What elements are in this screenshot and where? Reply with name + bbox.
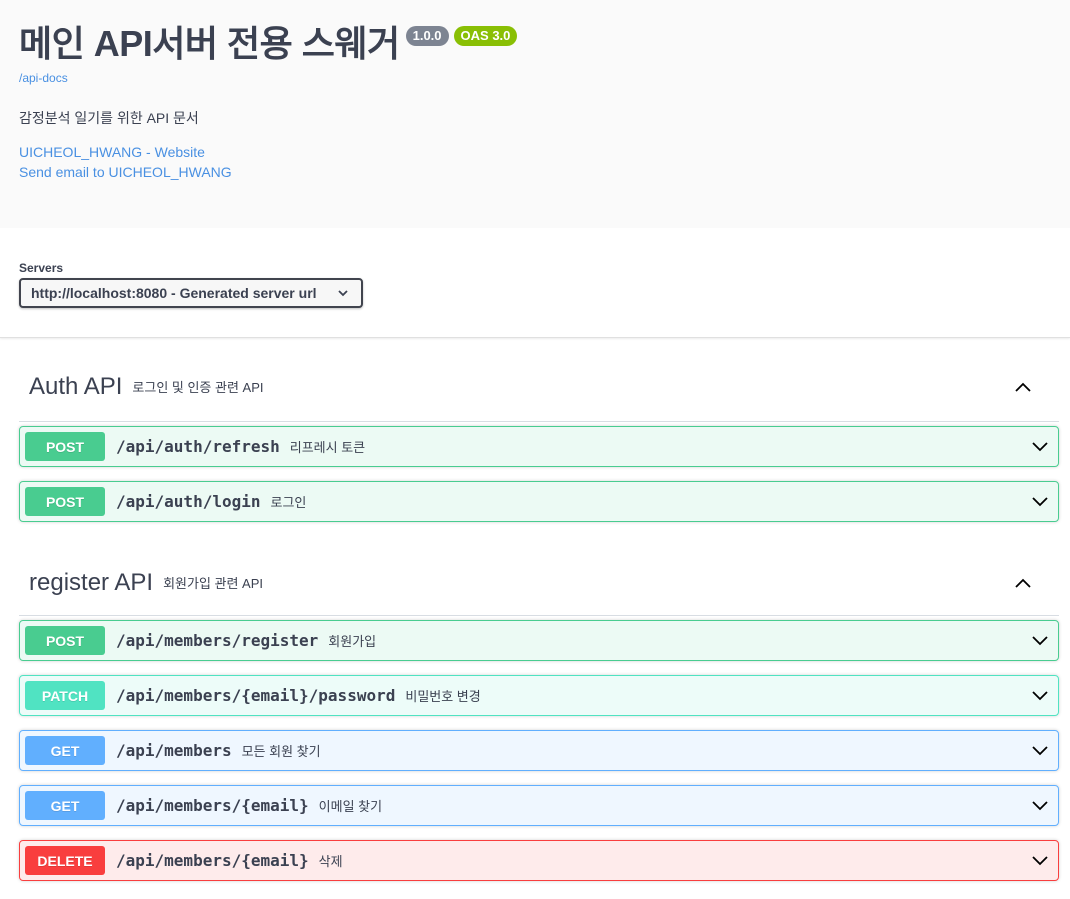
operation-row[interactable]: POST /api/auth/refresh 리프레시 토큰 <box>19 426 1059 467</box>
operation-path: /api/auth/login <box>116 492 261 511</box>
method-badge: DELETE <box>25 846 105 875</box>
method-badge: POST <box>25 487 105 516</box>
method-badge: GET <box>25 791 105 820</box>
chevron-down-icon[interactable] <box>1030 492 1050 512</box>
operation-summary: 삭제 <box>318 854 343 869</box>
tag-section-register: register API 회원가입 관련 API POST /api/membe… <box>0 536 1070 881</box>
operation-summary: 리프레시 토큰 <box>289 440 366 455</box>
server-select-value: http://localhost:8080 - Generated server… <box>31 285 317 301</box>
chevron-down-icon[interactable] <box>1030 631 1050 651</box>
chevron-down-icon[interactable] <box>1030 437 1050 457</box>
operation-summary: 모든 회원 찾기 <box>241 744 321 759</box>
contact-links: UICHEOL_HWANG - Website Send email to UI… <box>19 142 1051 182</box>
chevron-up-icon[interactable] <box>1013 377 1033 397</box>
chevron-down-icon <box>338 290 348 297</box>
method-badge: PATCH <box>25 681 105 710</box>
operation-summary: 비밀번호 변경 <box>405 689 481 704</box>
tag-section-auth: Auth API 로그인 및 인증 관련 API POST /api/auth/… <box>0 338 1070 522</box>
api-description: 감정분석 일기를 위한 API 문서 <box>19 110 199 126</box>
operation-path: /api/members/register <box>116 631 319 650</box>
info-section: 메인 API서버 전용 스웨거 1.0.0 OAS 3.0 /api-docs … <box>0 0 1070 228</box>
operation-path: /api/members/{email} <box>116 796 309 815</box>
tag-description: 로그인 및 인증 관련 API <box>132 380 264 395</box>
operation-row[interactable]: POST /api/auth/login 로그인 <box>19 481 1059 522</box>
operation-row[interactable]: DELETE /api/members/{email} 삭제 <box>19 840 1059 881</box>
operation-path: /api/auth/refresh <box>116 437 280 456</box>
operation-row[interactable]: PATCH /api/members/{email}/password 비밀번호… <box>19 675 1059 716</box>
operation-summary: 회원가입 <box>328 634 377 649</box>
page-title: 메인 API서버 전용 스웨거 <box>19 23 400 64</box>
tag-name: Auth API <box>29 372 123 400</box>
website-link[interactable]: UICHEOL_HWANG - Website <box>19 142 1051 162</box>
operation-row[interactable]: GET /api/members 모든 회원 찾기 <box>19 730 1059 771</box>
version-badge: 1.0.0 <box>405 26 449 46</box>
method-badge: GET <box>25 736 105 765</box>
tag-name: register API <box>29 568 154 596</box>
api-docs-link[interactable]: /api-docs <box>19 71 1051 85</box>
email-link[interactable]: Send email to UICHEOL_HWANG <box>19 162 1051 182</box>
method-badge: POST <box>25 432 105 461</box>
servers-label: Servers <box>19 261 64 275</box>
tag-header-register[interactable]: register API 회원가입 관련 API <box>19 536 1059 616</box>
operation-summary: 로그인 <box>270 495 307 510</box>
tag-header-auth[interactable]: Auth API 로그인 및 인증 관련 API <box>19 338 1059 422</box>
chevron-down-icon[interactable] <box>1030 796 1050 816</box>
servers-section: Servers http://localhost:8080 - Generate… <box>0 228 1070 338</box>
operation-summary: 이메일 찾기 <box>318 799 383 814</box>
chevron-down-icon[interactable] <box>1030 741 1050 761</box>
operation-path: /api/members/{email}/password <box>116 686 396 705</box>
operation-row[interactable]: GET /api/members/{email} 이메일 찾기 <box>19 785 1059 826</box>
operation-row[interactable]: POST /api/members/register 회원가입 <box>19 620 1059 661</box>
tag-description: 회원가입 관련 API <box>163 576 263 591</box>
chevron-down-icon[interactable] <box>1030 851 1050 871</box>
server-select[interactable]: http://localhost:8080 - Generated server… <box>19 278 363 308</box>
method-badge: POST <box>25 626 105 655</box>
operation-path: /api/members <box>116 741 232 760</box>
operation-path: /api/members/{email} <box>116 851 309 870</box>
oas-badge: OAS 3.0 <box>453 26 518 46</box>
title-row: 메인 API서버 전용 스웨거 1.0.0 OAS 3.0 <box>19 0 1051 66</box>
chevron-up-icon[interactable] <box>1013 573 1033 593</box>
chevron-down-icon[interactable] <box>1030 686 1050 706</box>
